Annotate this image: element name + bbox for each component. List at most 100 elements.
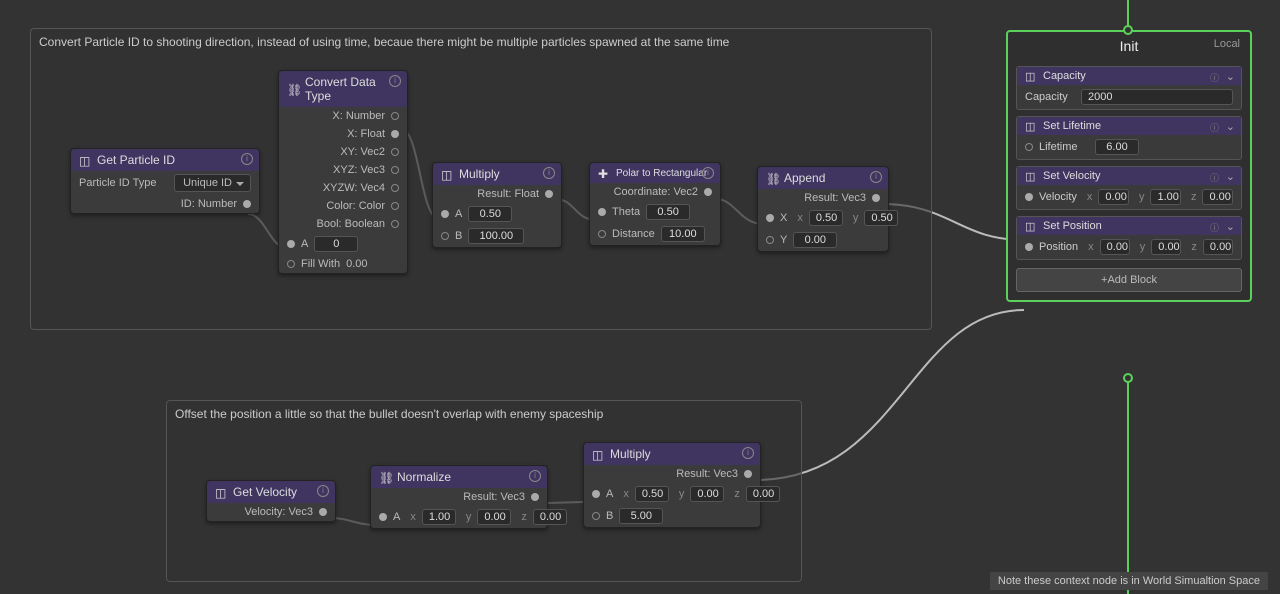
node-convert-data-type[interactable]: ⛓Convert Data Typei X: Number X: Float X… bbox=[278, 70, 408, 274]
py[interactable]: 0.00 bbox=[1151, 239, 1181, 255]
field-label: Velocity bbox=[1039, 191, 1077, 203]
dist-value[interactable]: 10.00 bbox=[661, 226, 705, 242]
pid-type-select[interactable]: Unique ID bbox=[174, 174, 251, 192]
capacity-value[interactable]: 2000 bbox=[1081, 89, 1233, 105]
chevron-down-icon[interactable]: ⌄ bbox=[1226, 120, 1235, 133]
block-set-position[interactable]: ◫Set Positionⓘ⌄ Positionx0.00y0.00z0.00 bbox=[1016, 216, 1242, 260]
port-out[interactable] bbox=[391, 112, 399, 120]
port-out[interactable] bbox=[391, 184, 399, 192]
info-icon[interactable]: i bbox=[241, 153, 253, 165]
port-out[interactable] bbox=[545, 190, 553, 198]
node-multiply-vec3[interactable]: ◫Multiplyi Result: Vec3 Ax0.50y0.00z0.00… bbox=[583, 442, 761, 528]
az[interactable]: 0.00 bbox=[746, 486, 780, 502]
node-get-velocity[interactable]: ◫Get Velocityi Velocity: Vec3 bbox=[206, 480, 336, 522]
info-icon[interactable]: i bbox=[317, 485, 329, 497]
port-in[interactable] bbox=[592, 490, 600, 498]
info-icon[interactable]: i bbox=[702, 167, 714, 179]
node-polar-to-rectangular[interactable]: ✚Polar to Rectangulari Coordinate: Vec2 … bbox=[589, 162, 721, 246]
port-in[interactable] bbox=[287, 260, 295, 268]
port-in[interactable] bbox=[598, 230, 606, 238]
port-out[interactable] bbox=[704, 188, 712, 196]
ay[interactable]: 0.00 bbox=[477, 509, 511, 525]
flow-port-bottom[interactable] bbox=[1123, 373, 1133, 383]
block-capacity[interactable]: ◫Capacityⓘ⌄ Capacity2000 bbox=[1016, 66, 1242, 110]
y-value[interactable]: 0.00 bbox=[793, 232, 837, 248]
in-a-value[interactable]: 0 bbox=[314, 236, 358, 252]
node-multiply-float[interactable]: ◫Multiplyi Result: Float A0.50 B100.00 bbox=[432, 162, 562, 248]
fill-value[interactable]: 0.00 bbox=[346, 258, 367, 270]
result-label: Result: Vec3 bbox=[804, 192, 866, 204]
block-icon: ◫ bbox=[1025, 220, 1037, 232]
port-in[interactable] bbox=[287, 240, 295, 248]
lifetime-value[interactable]: 6.00 bbox=[1095, 139, 1139, 155]
context-init[interactable]: InitLocal ◫Capacityⓘ⌄ Capacity2000 ◫Set … bbox=[1006, 30, 1252, 302]
info-icon[interactable]: i bbox=[742, 447, 754, 459]
block-set-lifetime[interactable]: ◫Set Lifetimeⓘ⌄ Lifetime6.00 bbox=[1016, 116, 1242, 160]
flow-port-top[interactable] bbox=[1123, 25, 1133, 35]
node-normalize[interactable]: ⛓Normalizei Result: Vec3 Ax1.00y0.00z0.0… bbox=[370, 465, 548, 529]
port-out[interactable] bbox=[391, 148, 399, 156]
port-in[interactable] bbox=[598, 208, 606, 216]
ay[interactable]: 0.00 bbox=[690, 486, 724, 502]
node-get-particle-id[interactable]: ◫Get Particle IDi Particle ID Type Uniqu… bbox=[70, 148, 260, 214]
node-title: Multiply bbox=[610, 447, 651, 461]
chevron-down-icon[interactable]: ⌄ bbox=[1226, 220, 1235, 233]
ax[interactable]: 0.50 bbox=[635, 486, 669, 502]
port-in[interactable] bbox=[1025, 143, 1033, 151]
port-in[interactable] bbox=[766, 214, 774, 222]
theta-value[interactable]: 0.50 bbox=[646, 204, 690, 220]
port-out[interactable] bbox=[319, 508, 327, 516]
node-icon: ◫ bbox=[592, 448, 604, 460]
group-title: Convert Particle ID to shooting directio… bbox=[39, 35, 729, 49]
port-out[interactable] bbox=[391, 166, 399, 174]
port-in[interactable] bbox=[441, 210, 449, 218]
port-out[interactable] bbox=[243, 200, 251, 208]
port-in[interactable] bbox=[1025, 193, 1033, 201]
node-title: Polar to Rectangular bbox=[616, 168, 707, 179]
block-icon: ◫ bbox=[1025, 70, 1037, 82]
info-icon[interactable]: i bbox=[870, 171, 882, 183]
field-label: Position bbox=[1039, 241, 1078, 253]
px[interactable]: 0.00 bbox=[1100, 239, 1130, 255]
port-in[interactable] bbox=[379, 513, 387, 521]
ax[interactable]: 1.00 bbox=[422, 509, 456, 525]
info-icon[interactable]: i bbox=[529, 470, 541, 482]
port-in[interactable] bbox=[441, 232, 449, 240]
port-out[interactable] bbox=[391, 220, 399, 228]
b-label: B bbox=[455, 230, 462, 242]
port-in[interactable] bbox=[766, 236, 774, 244]
node-append[interactable]: ⛓Appendi Result: Vec3 Xx0.50y0.50 Y0.00 bbox=[757, 166, 889, 252]
port-out[interactable] bbox=[872, 194, 880, 202]
port-in[interactable] bbox=[592, 512, 600, 520]
info-icon[interactable]: ⓘ bbox=[1210, 121, 1219, 134]
pz[interactable]: 0.00 bbox=[1203, 239, 1233, 255]
chevron-down-icon[interactable]: ⌄ bbox=[1226, 170, 1235, 183]
field-label: Capacity bbox=[1025, 91, 1075, 103]
b-value[interactable]: 5.00 bbox=[619, 508, 663, 524]
info-icon[interactable]: ⓘ bbox=[1210, 221, 1219, 234]
link-icon: ⛓ bbox=[287, 83, 299, 95]
add-block-button[interactable]: +Add Block bbox=[1016, 268, 1242, 292]
port-out[interactable] bbox=[744, 470, 752, 478]
vz[interactable]: 0.00 bbox=[1202, 189, 1233, 205]
a-value[interactable]: 0.50 bbox=[468, 206, 512, 222]
az[interactable]: 0.00 bbox=[533, 509, 567, 525]
info-icon[interactable]: ⓘ bbox=[1210, 171, 1219, 184]
port-out[interactable] bbox=[391, 202, 399, 210]
context-space-label[interactable]: Local bbox=[1214, 38, 1240, 50]
block-set-velocity[interactable]: ◫Set Velocityⓘ⌄ Velocityx0.00y1.00z0.00 bbox=[1016, 166, 1242, 210]
info-icon[interactable]: i bbox=[389, 75, 401, 87]
x-x[interactable]: 0.50 bbox=[809, 210, 843, 226]
chevron-down-icon[interactable]: ⌄ bbox=[1226, 70, 1235, 83]
b-value[interactable]: 100.00 bbox=[468, 228, 524, 244]
vy[interactable]: 1.00 bbox=[1150, 189, 1181, 205]
info-icon[interactable]: ⓘ bbox=[1210, 71, 1219, 84]
port-out[interactable] bbox=[531, 493, 539, 501]
port-out[interactable] bbox=[391, 130, 399, 138]
port-in[interactable] bbox=[1025, 243, 1033, 251]
node-title: Convert Data Type bbox=[305, 75, 399, 103]
context-title: Init bbox=[1120, 38, 1139, 54]
x-y[interactable]: 0.50 bbox=[864, 210, 898, 226]
vx[interactable]: 0.00 bbox=[1098, 189, 1129, 205]
info-icon[interactable]: i bbox=[543, 167, 555, 179]
